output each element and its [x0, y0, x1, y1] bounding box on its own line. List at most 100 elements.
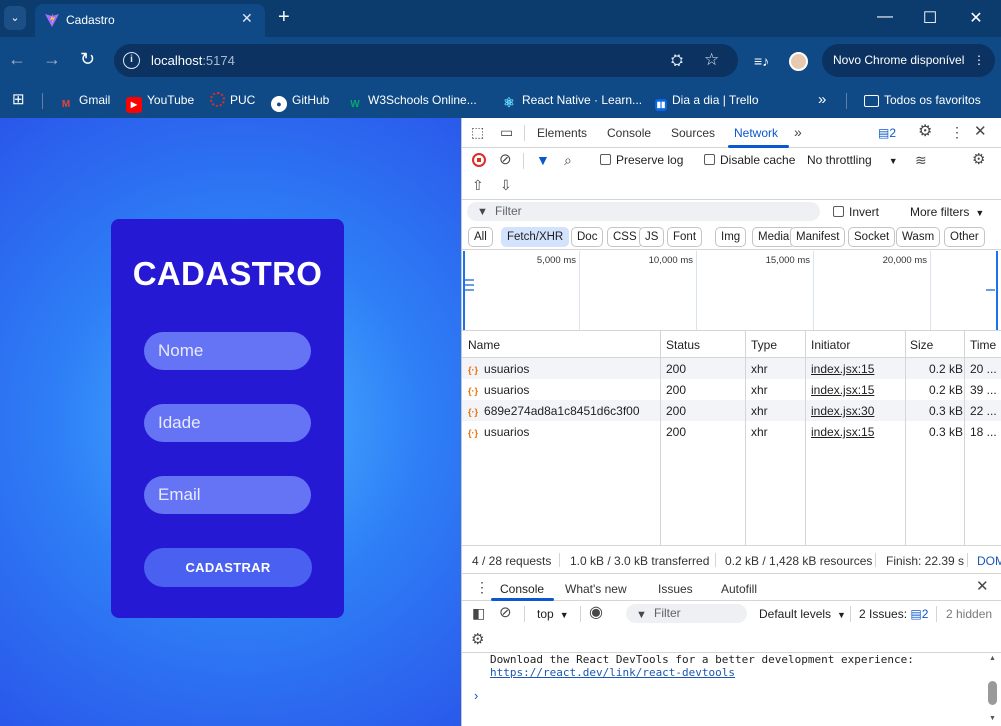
- tab-console[interactable]: Console: [607, 126, 651, 140]
- column-initiator[interactable]: Initiator: [811, 338, 850, 352]
- issues-badge[interactable]: ▤2: [878, 126, 896, 140]
- tab-elements[interactable]: Elements: [537, 126, 587, 140]
- drawer-menu-icon[interactable]: ⋮: [475, 580, 489, 594]
- search-icon[interactable]: ⌕: [564, 153, 572, 167]
- network-settings-gear-icon[interactable]: ⚙: [972, 152, 985, 167]
- bookmarks-overflow-icon[interactable]: »: [818, 91, 826, 109]
- cadastrar-button[interactable]: CADASTRAR: [144, 548, 312, 587]
- devtools-close-icon[interactable]: ✕: [974, 124, 987, 139]
- idade-input[interactable]: Idade: [144, 404, 311, 442]
- forward-arrow-icon[interactable]: →: [43, 50, 61, 68]
- type-filter-js[interactable]: JS: [639, 227, 665, 247]
- address-bar[interactable]: i localhost:5174 ⛭ ☆: [114, 44, 738, 77]
- type-filter-img[interactable]: Img: [715, 227, 747, 247]
- column-time[interactable]: Time: [970, 338, 996, 352]
- site-info-icon[interactable]: i: [123, 52, 140, 69]
- all-bookmarks-folder[interactable]: Todos os favoritos: [864, 91, 981, 109]
- reload-icon[interactable]: ↻: [80, 50, 95, 68]
- column-size[interactable]: Size: [910, 338, 933, 352]
- scroll-down-arrow-icon[interactable]: ▼: [989, 715, 996, 722]
- tab-sources[interactable]: Sources: [671, 126, 715, 140]
- bookmark-youtube[interactable]: ▶ YouTube: [126, 91, 194, 113]
- column-type[interactable]: Type: [751, 338, 777, 352]
- table-row[interactable]: {·} usuarios 200 xhr index.jsx:15 0.3 kB 18 ..…: [462, 421, 1001, 442]
- context-select[interactable]: top ▼: [537, 607, 569, 621]
- bookmark-github[interactable]: ● GitHub: [271, 91, 329, 112]
- cell-initiator[interactable]: index.jsx:30: [811, 404, 874, 418]
- settings-gear-icon[interactable]: ⚙: [918, 124, 932, 140]
- console-issues-button[interactable]: 2 Issues: ▤2: [859, 607, 928, 621]
- bookmark-react-native[interactable]: ⚛ React Native · Learn...: [501, 91, 642, 110]
- media-controls-icon[interactable]: ≡♪: [754, 53, 769, 69]
- apps-grid-icon[interactable]: ⊞: [12, 91, 25, 109]
- filter-funnel-icon[interactable]: ▼: [536, 153, 550, 167]
- console-scroll-thumb[interactable]: [988, 681, 997, 705]
- device-toolbar-icon[interactable]: ▭: [500, 125, 513, 139]
- maximize-button[interactable]: ☐: [920, 8, 940, 28]
- profile-avatar[interactable]: [789, 52, 808, 71]
- drawer-close-icon[interactable]: ✕: [976, 579, 989, 594]
- drawer-tab-console[interactable]: Console: [500, 582, 544, 596]
- clear-icon[interactable]: ⊘: [499, 152, 512, 167]
- kebab-menu-icon[interactable]: ⋮: [973, 44, 985, 77]
- tab-network[interactable]: Network: [734, 126, 778, 140]
- bookmark-trello[interactable]: ▮▮ Dia a dia | Trello: [655, 91, 759, 111]
- throttling-select[interactable]: No throttling ▼: [807, 153, 898, 167]
- disable-cache-checkbox[interactable]: Disable cache: [704, 153, 795, 167]
- url-text[interactable]: localhost:5174: [151, 53, 235, 68]
- table-row[interactable]: {·} usuarios 200 xhr index.jsx:15 0.2 kB 20 ..…: [462, 358, 1001, 379]
- devtools-menu-icon[interactable]: ⋮: [950, 125, 964, 139]
- type-filter-socket[interactable]: Socket: [848, 227, 896, 247]
- more-tabs-icon[interactable]: »: [794, 125, 802, 139]
- type-filter-wasm[interactable]: Wasm: [896, 227, 941, 247]
- type-filter-media[interactable]: Media: [752, 227, 796, 247]
- preserve-log-checkbox[interactable]: Preserve log: [600, 153, 683, 167]
- bookmark-w3schools[interactable]: W W3Schools Online...: [347, 91, 476, 110]
- network-conditions-icon[interactable]: ≋: [915, 153, 927, 167]
- tab-close-icon[interactable]: ✕: [241, 10, 253, 27]
- window-close-button[interactable]: ✕: [966, 8, 986, 28]
- email-input[interactable]: Email: [144, 476, 311, 514]
- type-filter-fetch-xhr[interactable]: Fetch/XHR: [501, 227, 570, 247]
- new-tab-button[interactable]: +: [278, 7, 290, 27]
- cell-initiator[interactable]: index.jsx:15: [811, 425, 874, 439]
- tab-search-button[interactable]: ⌄: [4, 6, 26, 30]
- export-har-icon[interactable]: ⇩: [500, 178, 512, 192]
- type-filter-other[interactable]: Other: [944, 227, 985, 247]
- back-arrow-icon[interactable]: ←: [8, 50, 26, 68]
- network-filter-input[interactable]: Filter: [467, 202, 820, 221]
- console-sidebar-icon[interactable]: ◧: [472, 606, 485, 620]
- import-har-icon[interactable]: ⇧: [472, 178, 484, 192]
- invert-checkbox[interactable]: Invert: [833, 205, 879, 219]
- log-levels-select[interactable]: Default levels ▼: [759, 607, 846, 621]
- scroll-up-arrow-icon[interactable]: ▲: [989, 655, 996, 662]
- clear-console-icon[interactable]: ⊘: [499, 605, 512, 620]
- type-filter-css[interactable]: CSS: [607, 227, 643, 247]
- type-filter-doc[interactable]: Doc: [571, 227, 604, 247]
- live-expression-eye-icon[interactable]: ◉: [589, 605, 603, 621]
- table-row[interactable]: {·} usuarios 200 xhr index.jsx:15 0.2 kB 39 ..…: [462, 379, 1001, 400]
- bookmark-puc[interactable]: PUC: [210, 91, 255, 109]
- react-devtools-link[interactable]: https://react.dev/link/react-devtools: [490, 666, 735, 679]
- cell-initiator[interactable]: index.jsx:15: [811, 362, 874, 376]
- table-row[interactable]: {·} 689e274ad8a1c8451d6c3f00 200 xhr index.j…: [462, 400, 1001, 421]
- type-filter-font[interactable]: Font: [667, 227, 703, 247]
- browser-tab[interactable]: Cadastro ✕: [35, 4, 265, 37]
- bookmark-gmail[interactable]: M Gmail: [58, 91, 111, 110]
- drawer-tab-issues[interactable]: Issues: [658, 582, 693, 596]
- drawer-tab-autofill[interactable]: Autofill: [721, 582, 757, 596]
- cell-initiator[interactable]: index.jsx:15: [811, 383, 874, 397]
- console-settings-gear-icon[interactable]: ⚙: [471, 632, 484, 647]
- type-filter-all[interactable]: All: [468, 227, 493, 247]
- nome-input[interactable]: Nome: [144, 332, 311, 370]
- inspect-element-icon[interactable]: ⬚: [471, 125, 484, 139]
- type-filter-manifest[interactable]: Manifest: [790, 227, 846, 247]
- column-status[interactable]: Status: [666, 338, 700, 352]
- drawer-tab-whats-new[interactable]: What's new: [565, 582, 627, 596]
- column-name[interactable]: Name: [468, 338, 500, 352]
- translate-icon[interactable]: ⛭: [671, 52, 683, 69]
- more-filters-dropdown[interactable]: More filters ▼: [910, 205, 984, 219]
- bookmark-star-icon[interactable]: ☆: [704, 50, 719, 70]
- chrome-update-button[interactable]: Novo Chrome disponível ⋮: [822, 44, 995, 77]
- minimize-button[interactable]: —: [875, 8, 895, 26]
